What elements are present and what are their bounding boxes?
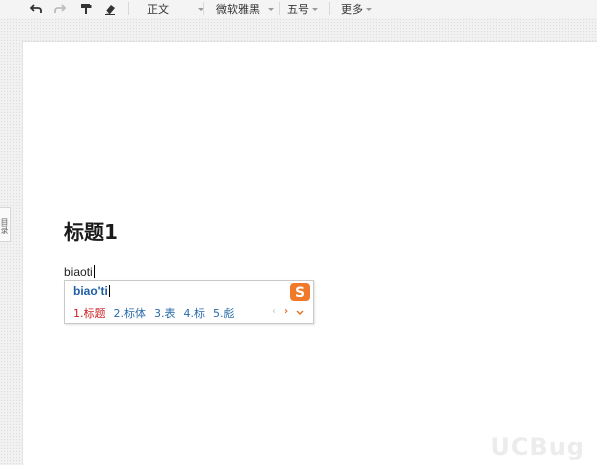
ime-prev-page-icon[interactable]: ‹ <box>272 305 276 319</box>
toolbar-divider <box>128 2 129 15</box>
ime-candidate[interactable]: 4.标 <box>184 305 206 321</box>
ime-cursor <box>108 285 110 297</box>
ime-candidate[interactable]: 1.标题 <box>73 305 106 321</box>
chevron-down-icon <box>366 7 372 11</box>
chevron-down-icon <box>312 7 318 11</box>
paragraph-style-label: 正文 <box>147 3 169 16</box>
ime-candidate[interactable]: 5.彪 <box>213 305 235 321</box>
ime-composition-text: biao'ti <box>73 284 108 298</box>
ime-candidate[interactable]: 2.标体 <box>114 305 147 321</box>
toolbar-divider <box>329 2 330 15</box>
watermark: UCBug <box>490 433 585 461</box>
format-painter-button[interactable] <box>78 0 94 18</box>
document-heading[interactable]: 标题1 <box>64 216 118 245</box>
chevron-down-icon <box>268 7 274 11</box>
toolbar-divider <box>203 2 204 15</box>
sogou-logo-icon: S <box>290 283 310 301</box>
format-painter-icon <box>81 4 92 14</box>
undo-icon <box>30 4 42 13</box>
sogou-logo-letter: S <box>295 285 305 301</box>
ime-expand-icon[interactable] <box>296 305 304 321</box>
eraser-icon <box>105 5 115 15</box>
typed-text: biaoti <box>64 265 93 279</box>
ime-next-page-icon[interactable]: › <box>284 305 288 319</box>
toolbar: 正文 微软雅黑 五号 更多 <box>0 0 597 18</box>
ime-candidate-list: 1.标题 2.标体 3.表 4.标 5.彪 <box>73 305 243 321</box>
redo-button[interactable] <box>52 0 68 18</box>
redo-icon <box>54 4 66 13</box>
text-cursor <box>93 265 95 278</box>
more-label: 更多 <box>341 3 363 16</box>
font-size-dropdown[interactable]: 五号 <box>287 0 318 18</box>
paragraph-style-dropdown[interactable]: 正文 <box>147 0 204 18</box>
document-page[interactable] <box>22 41 597 465</box>
outline-tab[interactable]: 目录 <box>0 207 11 242</box>
undo-button[interactable] <box>28 0 44 18</box>
font-family-dropdown[interactable]: 微软雅黑 <box>216 0 274 18</box>
ime-candidate-window[interactable]: biao'ti S 1.标题 2.标体 3.表 4.标 5.彪 ‹ › <box>64 280 314 324</box>
font-family-label: 微软雅黑 <box>216 3 260 16</box>
typed-text-line[interactable]: biaoti <box>64 265 95 279</box>
ime-composition: biao'ti <box>73 284 110 298</box>
font-size-label: 五号 <box>287 3 309 16</box>
more-dropdown[interactable]: 更多 <box>341 0 372 18</box>
eraser-button[interactable] <box>102 0 118 18</box>
ime-candidate[interactable]: 3.表 <box>154 305 176 321</box>
toolbar-divider <box>279 2 280 15</box>
